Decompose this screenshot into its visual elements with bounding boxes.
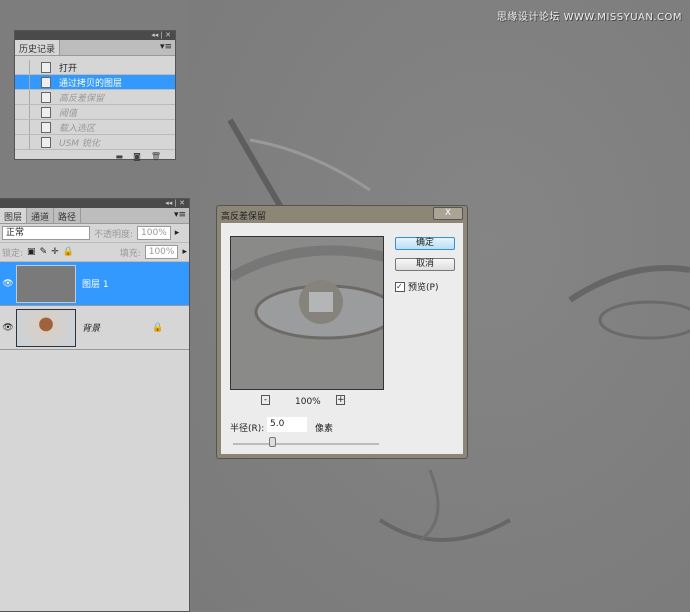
snapshot-checkbox[interactable] — [15, 75, 30, 89]
close-button[interactable]: X — [433, 207, 463, 220]
zoom-out-button[interactable]: - — [261, 395, 270, 405]
tab-history[interactable]: 历史记录 — [15, 40, 61, 55]
lock-brush-icon[interactable]: ✎ — [40, 247, 48, 257]
history-item[interactable]: 打开 — [15, 60, 175, 75]
high-pass-dialog: 高反差保留 X - 100% + 确定 取消 ✓ 预览(P) 半径(R): 5.0 … — [216, 205, 468, 459]
history-item[interactable]: 高反差保留 — [15, 90, 175, 105]
zoom-level: 100% — [295, 397, 321, 407]
opacity-input[interactable]: 100% — [137, 226, 171, 240]
history-state-icon — [41, 91, 51, 103]
dialog-title: 高反差保留 — [221, 212, 267, 222]
fill-arrow-icon[interactable]: ▸ — [182, 247, 187, 257]
history-state-icon — [41, 136, 51, 148]
blend-mode-select[interactable]: 正常 — [2, 226, 90, 240]
lock-transparent-icon[interactable]: ▣ — [27, 247, 36, 257]
tab-paths[interactable]: 路径 — [54, 208, 82, 223]
trash-icon[interactable]: 🗑 — [151, 152, 161, 161]
zoom-in-button[interactable]: + — [336, 395, 345, 405]
history-item-label: 阈值 — [59, 108, 78, 119]
unit-label: 像素 — [315, 424, 334, 434]
cancel-button[interactable]: 取消 — [395, 258, 455, 271]
snapshot-checkbox[interactable] — [15, 135, 30, 149]
history-item[interactable]: USM 锐化 — [15, 135, 175, 150]
layer-row[interactable]: 👁 图层 1 — [0, 262, 189, 306]
radius-slider-thumb[interactable] — [269, 437, 277, 447]
layer-name: 图层 1 — [82, 280, 109, 290]
history-item[interactable]: 通过拷贝的图层 — [15, 75, 175, 90]
lock-move-icon[interactable]: ✛ — [51, 247, 59, 257]
tab-layers[interactable]: 图层 — [0, 208, 28, 223]
history-item-label: USM 锐化 — [59, 138, 100, 149]
fill-label: 填充: — [119, 248, 141, 259]
radius-label: 半径(R): — [230, 424, 265, 434]
history-item-label: 高反差保留 — [59, 93, 105, 104]
fill-input[interactable]: 100% — [144, 245, 179, 259]
history-item-label: 打开 — [59, 63, 78, 74]
snapshot-checkbox[interactable] — [15, 90, 30, 104]
lock-all-icon[interactable]: 🔒 — [63, 247, 74, 257]
snapshot-checkbox[interactable] — [15, 60, 30, 74]
eye-icon[interactable]: 👁 — [0, 323, 16, 333]
history-item-label: 通过拷贝的图层 — [59, 78, 123, 89]
ok-button[interactable]: 确定 — [395, 237, 455, 250]
eye-icon[interactable]: 👁 — [0, 279, 16, 289]
lock-icon: 🔒 — [152, 322, 164, 333]
history-state-icon — [41, 61, 51, 73]
radius-input[interactable]: 5.0 — [267, 417, 307, 432]
history-state-icon — [41, 76, 51, 88]
layer-thumbnail — [16, 308, 76, 347]
history-item[interactable]: 阈值 — [15, 105, 175, 120]
panel-menu-icon[interactable]: ▾≡ — [174, 210, 186, 220]
preview-checkbox[interactable]: ✓ — [395, 281, 405, 292]
layer-row[interactable]: 👁 背景 🔒 — [0, 306, 189, 350]
opacity-arrow-icon[interactable]: ▸ — [175, 228, 180, 238]
opacity-label: 不透明度: — [94, 229, 134, 240]
panel-menu-icon[interactable]: ▾≡ — [160, 42, 172, 52]
lock-label: 锁定: — [2, 248, 24, 259]
watermark: 思缘设计论坛 WWW.MISSYUAN.COM — [496, 12, 682, 23]
preview-image[interactable] — [230, 236, 384, 390]
new-document-icon[interactable]: ▬ — [116, 152, 124, 161]
snapshot-checkbox[interactable] — [15, 120, 30, 134]
panel-collapse-icon[interactable]: ◂◂ | ✕ — [0, 199, 189, 208]
history-state-icon — [41, 121, 51, 133]
snapshot-checkbox[interactable] — [15, 105, 30, 119]
radius-slider-track[interactable] — [233, 443, 379, 445]
history-state-icon — [41, 106, 51, 118]
layer-name: 背景 — [82, 324, 101, 334]
tab-channels[interactable]: 通道 — [27, 208, 55, 223]
panel-collapse-icon[interactable]: ◂◂ | ✕ — [15, 31, 175, 40]
layers-panel: ◂◂ | ✕ 图层 通道 路径 ▾≡ 正常 不透明度: 100% ▸ 锁定: ▣ ✎ ✛ 🔒 填… — [0, 198, 190, 612]
preview-label: 预览(P) — [408, 283, 439, 293]
history-panel: ◂◂ | ✕ 历史记录 ▾≡ 打开 通过拷贝的图层 高反差保留 阈值 载入选区 U… — [14, 30, 176, 161]
snapshot-icon[interactable]: ◙ — [133, 152, 141, 161]
history-item-label: 载入选区 — [59, 123, 96, 134]
history-item[interactable]: 载入选区 — [15, 120, 175, 135]
layer-thumbnail — [16, 264, 76, 303]
